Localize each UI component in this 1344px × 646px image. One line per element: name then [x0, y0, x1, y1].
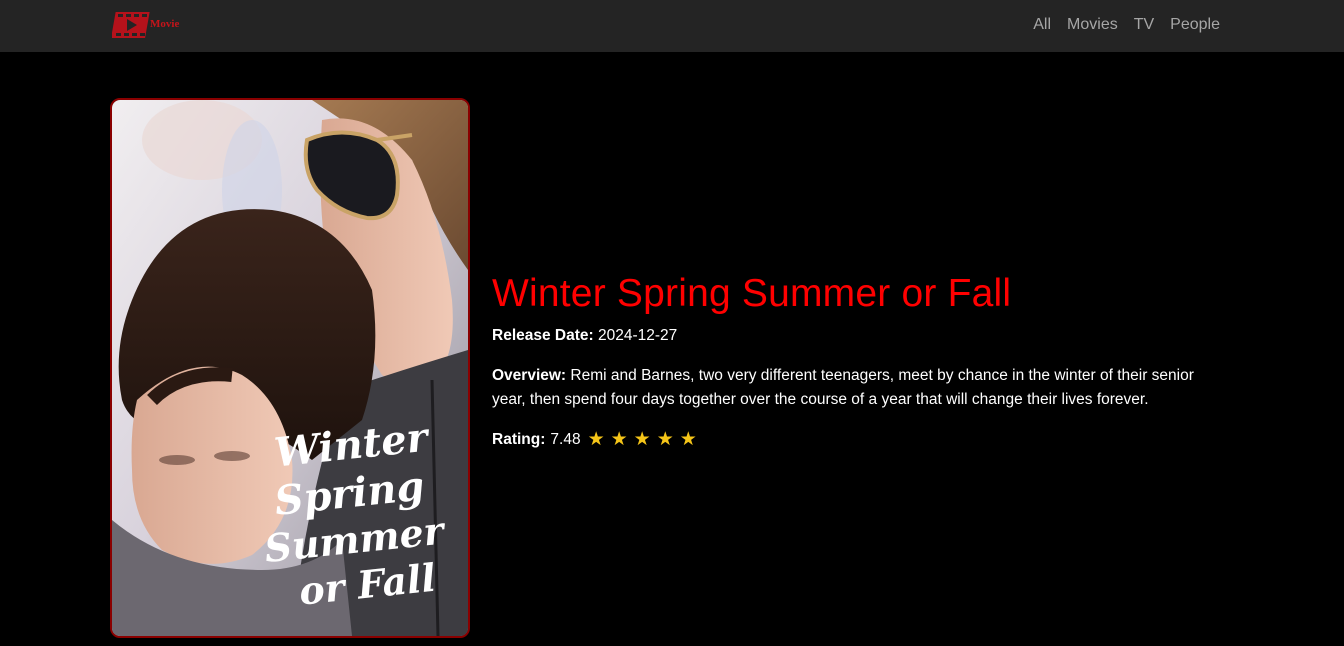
main-nav: All Movies TV People — [1033, 15, 1220, 35]
rating-row: Rating: 7.48 ★ ★ ★ ★ ★ — [492, 428, 1222, 452]
nav-link-all[interactable]: All — [1033, 15, 1051, 35]
movie-title: Winter Spring Summer or Fall — [492, 272, 1012, 315]
star-icon: ★ — [633, 429, 651, 450]
brand-name: Movie — [150, 18, 180, 30]
film-clapper-icon — [112, 12, 150, 38]
rating-label: Rating: — [492, 431, 546, 448]
star-icon: ★ — [656, 429, 674, 450]
star-icon: ★ — [679, 429, 697, 450]
brand-logo-link[interactable]: Movie — [112, 10, 179, 40]
top-navbar: Movie All Movies TV People — [0, 0, 1344, 52]
overview-text: Remi and Barnes, two very different teen… — [492, 367, 1194, 408]
rating-stars: ★ ★ ★ ★ ★ — [588, 428, 697, 452]
overview-label: Overview: — [492, 367, 567, 384]
release-date-value: 2024-12-27 — [597, 327, 678, 344]
overview-row: Overview: Remi and Barnes, two very diff… — [492, 364, 1222, 412]
movie-details: Winter Spring Summer or Fall Release Dat… — [492, 270, 1222, 452]
poster-artwork: Winter Spring Summer or Fall — [112, 100, 468, 636]
nav-link-people[interactable]: People — [1170, 15, 1220, 35]
rating-value: 7.48 — [550, 431, 581, 448]
star-icon: ★ — [587, 429, 605, 450]
release-date-row: Release Date: 2024-12-27 — [492, 324, 1222, 348]
movie-poster: Winter Spring Summer or Fall — [110, 98, 470, 638]
nav-link-movies[interactable]: Movies — [1067, 15, 1118, 35]
nav-link-tv[interactable]: TV — [1134, 15, 1154, 35]
star-icon: ★ — [610, 429, 628, 450]
release-date-label: Release Date: — [492, 327, 594, 344]
